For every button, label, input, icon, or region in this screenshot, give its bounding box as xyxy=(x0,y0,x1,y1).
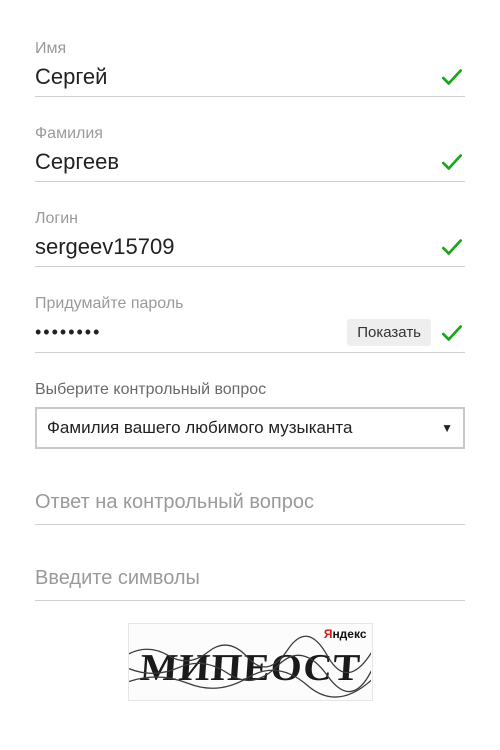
security-question-select[interactable]: Фамилия вашего любимого музыканта ▼ xyxy=(35,407,465,449)
chevron-down-icon: ▼ xyxy=(441,421,453,435)
security-answer-header: Ответ на контрольный вопрос xyxy=(35,491,465,525)
last-name-field: Фамилия xyxy=(35,125,465,182)
password-input[interactable]: •••••••• xyxy=(35,322,347,343)
check-icon xyxy=(439,234,465,260)
captcha-text: МИПЕОСТ xyxy=(128,636,373,700)
password-field: Придумайте пароль •••••••• Показать xyxy=(35,295,465,353)
captcha-container: Яндекс МИПЕОСТ xyxy=(35,623,465,701)
security-question-label: Выберите контрольный вопрос xyxy=(35,381,465,399)
captcha-image: Яндекс МИПЕОСТ xyxy=(128,623,373,701)
first-name-input[interactable] xyxy=(35,64,439,90)
login-input[interactable] xyxy=(35,234,439,260)
password-label: Придумайте пароль xyxy=(35,295,465,313)
login-field: Логин xyxy=(35,210,465,267)
last-name-input[interactable] xyxy=(35,149,439,175)
security-question-value: Фамилия вашего любимого музыканта xyxy=(47,418,441,438)
check-icon xyxy=(439,149,465,175)
login-label: Логин xyxy=(35,210,465,228)
login-row xyxy=(35,234,465,267)
first-name-field: Имя xyxy=(35,40,465,97)
password-row: •••••••• Показать xyxy=(35,319,465,353)
check-icon xyxy=(439,320,465,346)
show-password-button[interactable]: Показать xyxy=(347,319,431,346)
captcha-header: Введите символы xyxy=(35,567,465,601)
last-name-row xyxy=(35,149,465,182)
first-name-row xyxy=(35,64,465,97)
first-name-label: Имя xyxy=(35,40,465,58)
check-icon xyxy=(439,64,465,90)
security-question-field: Выберите контрольный вопрос Фамилия ваше… xyxy=(35,381,465,449)
last-name-label: Фамилия xyxy=(35,125,465,143)
